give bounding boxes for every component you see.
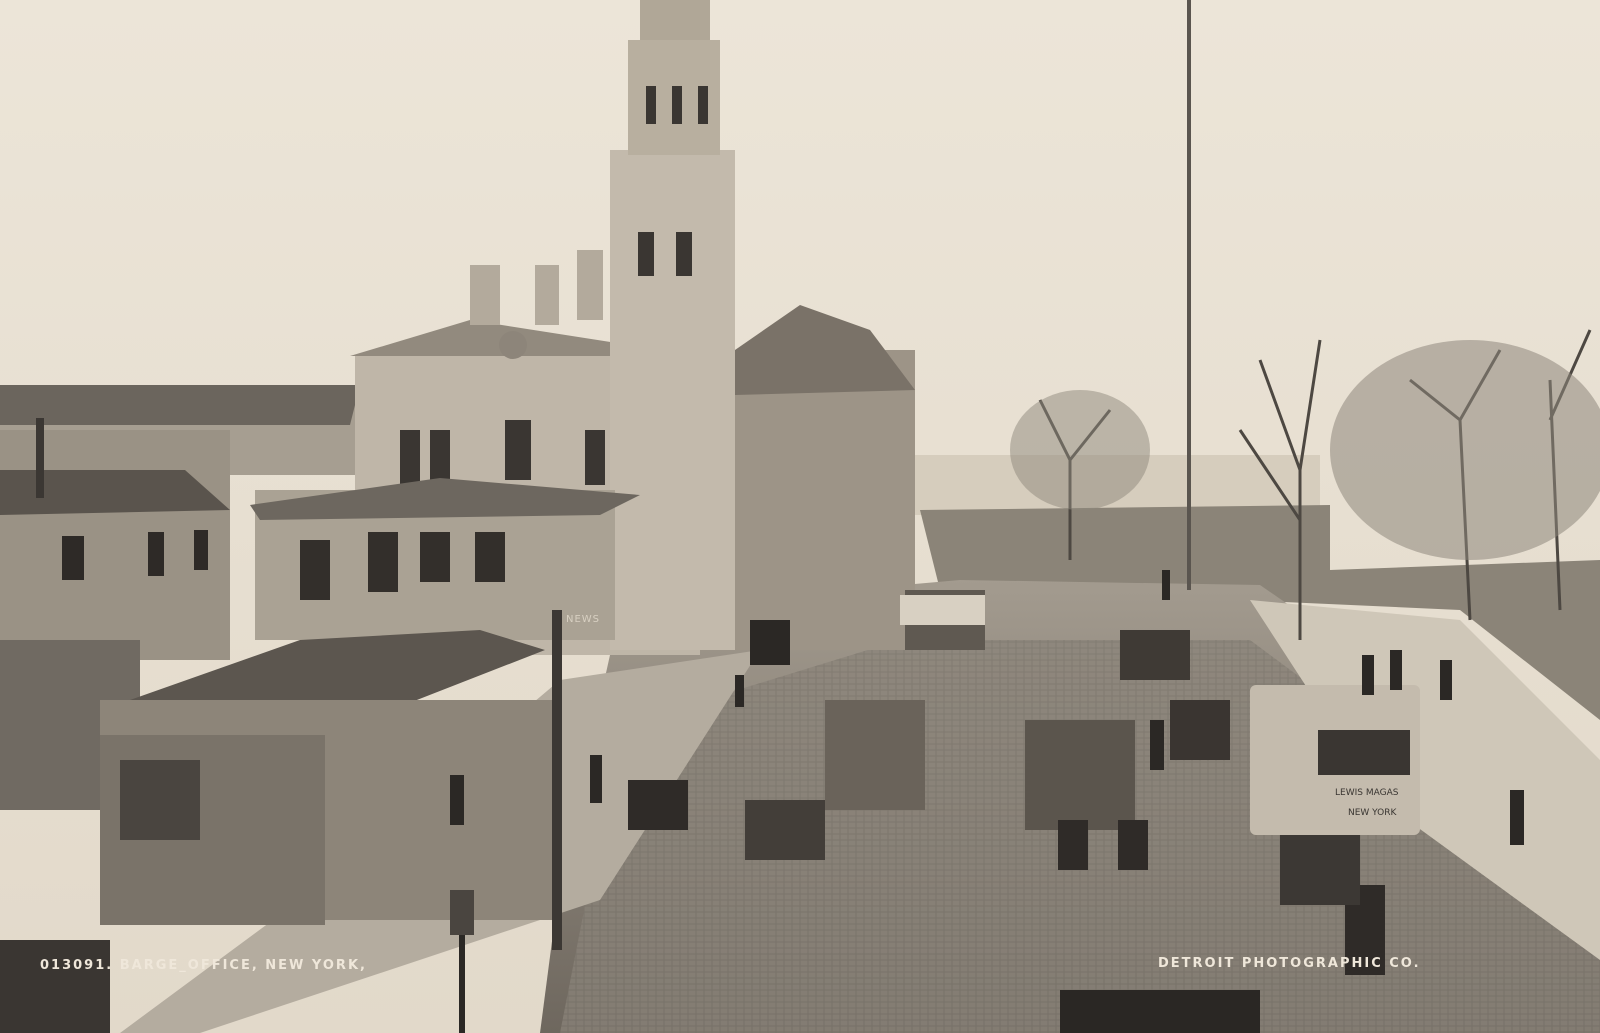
house-window bbox=[62, 536, 84, 580]
tower-base bbox=[610, 150, 735, 650]
house-window bbox=[148, 532, 164, 576]
horse bbox=[1058, 820, 1088, 870]
covered-wagon bbox=[1120, 630, 1190, 680]
foreground-shadow bbox=[1060, 990, 1260, 1033]
hand-cart bbox=[745, 800, 825, 860]
omnibus-sign-bottom: NEW YORK bbox=[1348, 808, 1398, 818]
lamp-post bbox=[459, 930, 465, 1033]
house-window bbox=[194, 530, 208, 570]
telegraph-pole bbox=[552, 610, 562, 950]
rear-wing bbox=[735, 350, 915, 650]
horse bbox=[628, 780, 688, 830]
news-office-sign: NEWS bbox=[566, 614, 600, 625]
booth-window bbox=[120, 760, 200, 840]
photo-caption-title: 013091. BARGE_OFFICE, NEW YORK, bbox=[40, 958, 367, 973]
tree-canopy bbox=[1010, 390, 1150, 510]
chimney bbox=[36, 418, 44, 498]
tower-lantern bbox=[640, 0, 710, 40]
clock-dial bbox=[499, 331, 527, 359]
chimney bbox=[577, 250, 603, 320]
lamp-head bbox=[450, 890, 474, 935]
horse bbox=[1118, 820, 1148, 870]
chimney bbox=[535, 265, 559, 325]
delivery-wagon bbox=[825, 700, 925, 810]
picket-fence bbox=[0, 940, 110, 1033]
carriage bbox=[1170, 700, 1230, 760]
tree-canopy bbox=[1330, 340, 1600, 560]
wagon-load bbox=[900, 595, 985, 625]
barge-office-photograph: LEWIS MAGAS NEW YORK NEWS bbox=[0, 0, 1600, 1033]
chimney bbox=[470, 265, 500, 325]
pier-shed-roof bbox=[0, 385, 360, 425]
omnibus-sign-top: LEWIS MAGAS bbox=[1335, 788, 1399, 798]
photo-caption-publisher: DETROIT PHOTOGRAPHIC CO. bbox=[1158, 956, 1421, 971]
delivery-wagon bbox=[1025, 720, 1135, 830]
omnibus-windows bbox=[1318, 730, 1410, 775]
flagpole bbox=[1187, 0, 1191, 590]
